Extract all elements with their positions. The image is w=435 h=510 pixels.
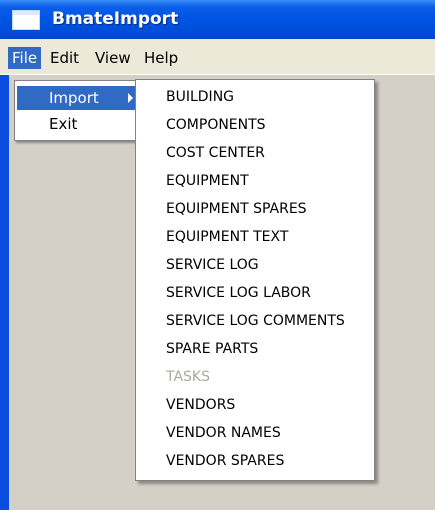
window-title: BmateImport [52, 9, 179, 29]
submenu-item-spare-parts[interactable]: SPARE PARTS [138, 337, 372, 361]
file-menu-item-exit[interactable]: Exit [17, 112, 143, 136]
submenu-item-cost-center[interactable]: COST CENTER [138, 141, 372, 165]
title-bar[interactable]: BmateImport [0, 0, 435, 39]
file-menu-item-import[interactable]: Import [17, 86, 143, 110]
triangle-right-icon [128, 93, 133, 103]
submenu-item-building[interactable]: BUILDING [138, 85, 372, 109]
submenu-item-tasks: TASKS [166, 369, 210, 385]
window-icon [12, 10, 40, 30]
submenu-item-vendor-names[interactable]: VENDOR NAMES [138, 421, 372, 445]
menu-item-label: Import [49, 89, 99, 107]
submenu-item-components[interactable]: COMPONENTS [138, 113, 372, 137]
submenu-item-service-log-comments[interactable]: SERVICE LOG COMMENTS [138, 309, 372, 333]
submenu-item-service-log-labor[interactable]: SERVICE LOG LABOR [138, 281, 372, 305]
submenu-item-vendor-spares[interactable]: VENDOR SPARES [138, 449, 372, 473]
submenu-item-equipment[interactable]: EQUIPMENT [138, 169, 372, 193]
menu-file[interactable]: File [8, 47, 42, 69]
submenu-item-equipment-spares[interactable]: EQUIPMENT SPARES [138, 197, 372, 221]
menu-edit[interactable]: Edit [46, 47, 83, 69]
submenu-item-service-log[interactable]: SERVICE LOG [138, 253, 372, 277]
menu-bar: File Edit View Help [0, 39, 435, 75]
submenu-item-vendors[interactable]: VENDORS [138, 393, 372, 417]
menu-help[interactable]: Help [140, 47, 182, 69]
file-menu-dropdown: Import Exit [14, 80, 146, 141]
menu-item-label: Exit [49, 115, 78, 133]
app-window: BmateImport File Edit View Help Import E… [0, 0, 435, 510]
window-frame-left [0, 0, 9, 510]
submenu-item-equipment-text[interactable]: EQUIPMENT TEXT [138, 225, 372, 249]
menu-view[interactable]: View [91, 47, 135, 69]
import-submenu: BUILDING COMPONENTS COST CENTER EQUIPMEN… [135, 79, 375, 481]
